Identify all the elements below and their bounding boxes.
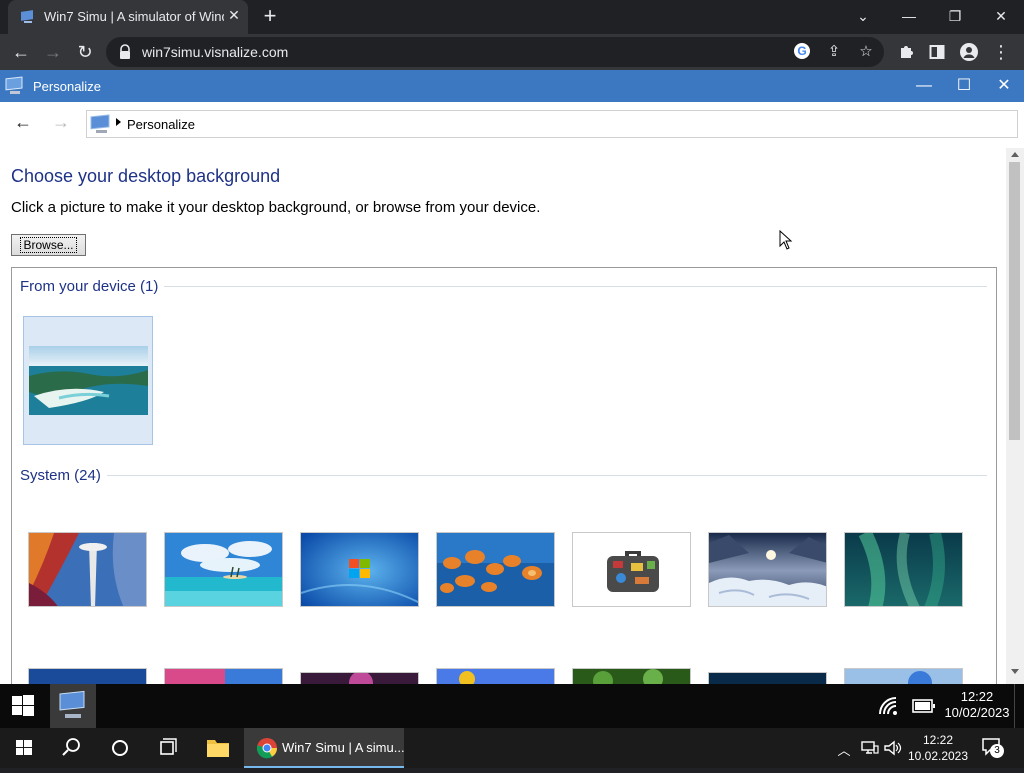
wallpaper-thumbnail[interactable] [708, 672, 827, 684]
wallpaper-thumbnail-aurora[interactable] [844, 532, 963, 607]
show-desktop-button[interactable] [1014, 684, 1024, 728]
breadcrumb-caret-icon[interactable] [116, 118, 121, 126]
scrollbar-thumb[interactable] [1009, 162, 1020, 440]
wallpaper-thumbnail-goldfish[interactable] [436, 532, 555, 607]
sim-start-button[interactable] [0, 684, 46, 728]
profile-avatar-icon[interactable] [956, 39, 982, 65]
task-view-icon[interactable] [144, 728, 192, 768]
window-maximize-button[interactable]: ☐ [948, 74, 980, 98]
personalize-content: Choose your desktop background Click a p… [0, 148, 1006, 684]
wifi-icon[interactable] [878, 696, 900, 716]
wallpaper-thumbnail[interactable] [28, 668, 147, 684]
browser-restore-button[interactable]: ❐ [942, 4, 968, 28]
wallpaper-thumbnail-suitcase[interactable] [572, 532, 691, 607]
browser-tab-strip: Win7 Simu | A simulator of Windows 7 ✕ +… [0, 0, 1024, 34]
explorer-navbar: ← → Personalize [0, 102, 1024, 142]
address-bar[interactable]: win7simu.visnalize.com G ⇪ ☆ [106, 37, 884, 67]
volume-icon[interactable] [883, 739, 903, 757]
side-panel-icon[interactable] [924, 39, 950, 65]
vertical-scrollbar[interactable] [1006, 148, 1024, 684]
host-clock-time: 12:22 [922, 733, 954, 747]
wallpaper-thumbnail-windows-7-logo[interactable] [300, 532, 419, 607]
tab-close-icon[interactable]: ✕ [226, 7, 242, 25]
tray-overflow-chevron-icon[interactable]: ︿ [836, 740, 852, 758]
page-title: Choose your desktop background [11, 166, 281, 186]
nav-back-arrow-icon[interactable]: ← [11, 112, 35, 132]
device-wallpaper-thumbnail [29, 346, 148, 415]
browser-toolbar: ← → ↻ win7simu.visnalize.com G ⇪ ☆ ⋮ [0, 34, 1024, 70]
personalize-taskbar-icon [59, 690, 85, 718]
reload-icon[interactable]: ↻ [72, 39, 98, 65]
browse-button[interactable]: Browse... [11, 234, 86, 256]
wallpaper-thumbnail-space-needle[interactable] [28, 532, 147, 607]
sim-clock-time: 12:22 [960, 689, 994, 704]
personalize-icon [5, 76, 23, 94]
notification-count-badge: 3 [990, 744, 1004, 758]
simulated-taskbar: 12:22 10/02/2023 [0, 684, 1024, 728]
scroll-up-arrow-icon[interactable] [1011, 152, 1019, 157]
sim-clock-date: 10/02/2023 [944, 705, 1010, 720]
notifications-button[interactable]: 3 [980, 736, 1008, 760]
window-title: Personalize [33, 79, 101, 94]
breadcrumb-bar[interactable]: Personalize [86, 110, 1018, 138]
wallpaper-thumbnail[interactable] [844, 668, 963, 684]
search-icon[interactable] [48, 728, 96, 768]
bookmark-star-icon[interactable]: ☆ [856, 42, 876, 62]
wallpaper-thumbnail[interactable] [300, 672, 419, 684]
group-divider [20, 475, 987, 476]
wallpaper-thumbnail[interactable] [164, 668, 283, 684]
wallpaper-thumbnail[interactable] [572, 668, 691, 684]
cortana-icon[interactable] [96, 728, 144, 768]
file-explorer-icon[interactable] [194, 728, 242, 768]
host-taskbar-chrome-button[interactable]: Win7 Simu | A simu... [244, 728, 405, 768]
chrome-icon [256, 738, 277, 759]
windows-logo-icon [12, 695, 34, 716]
share-icon[interactable]: ⇪ [824, 42, 844, 62]
host-clock[interactable]: 12:22 10.02.2023 [904, 732, 972, 764]
personalize-window: Personalize — ☐ ✕ ← → Personalize Choose… [0, 70, 1024, 684]
selected-wallpaper-tile[interactable] [23, 316, 153, 445]
new-tab-button[interactable]: + [258, 4, 282, 28]
browse-button-label: Browse... [20, 237, 77, 253]
window-titlebar[interactable]: Personalize — ☐ ✕ [0, 70, 1024, 102]
lock-icon [120, 44, 130, 59]
chrome-taskbar-label: Win7 Simu | A simu... [282, 740, 405, 755]
back-arrow-icon[interactable]: ← [8, 39, 34, 65]
google-icon[interactable]: G [792, 42, 812, 62]
sim-taskbar-personalize-button[interactable] [50, 684, 96, 728]
wallpaper-thumbnail-glacier[interactable] [708, 532, 827, 607]
group-header-system[interactable]: System (24) [20, 467, 107, 484]
forward-arrow-icon[interactable]: → [40, 39, 66, 65]
extensions-puzzle-icon[interactable] [893, 39, 919, 65]
window-minimize-button[interactable]: — [908, 74, 940, 98]
scroll-down-arrow-icon[interactable] [1011, 669, 1019, 674]
nav-forward-arrow-icon[interactable]: → [49, 112, 73, 132]
svg-text:G: G [797, 44, 806, 58]
window-close-button[interactable]: ✕ [988, 74, 1020, 98]
page-instructions: Click a picture to make it your desktop … [11, 199, 541, 216]
sim-clock[interactable]: 12:22 10/02/2023 [944, 689, 1010, 721]
browser-menu-icon[interactable]: ⋮ [988, 39, 1014, 65]
tab-title: Win7 Simu | A simulator of Windows 7 [44, 9, 224, 24]
browser-close-button[interactable]: ✕ [988, 4, 1014, 28]
breadcrumb-personalize[interactable]: Personalize [127, 117, 195, 132]
tab-search-chevron-icon[interactable]: ⌄ [850, 4, 876, 28]
personalize-breadcrumb-icon [90, 114, 110, 133]
group-header-device[interactable]: From your device (1) [20, 278, 165, 295]
host-clock-date: 10.02.2023 [907, 749, 969, 763]
url-text: win7simu.visnalize.com [142, 44, 289, 60]
network-icon[interactable] [860, 739, 880, 757]
wallpaper-gallery: From your device (1) System (24) [11, 267, 997, 684]
mouse-cursor-icon [779, 230, 793, 250]
browser-tab[interactable]: Win7 Simu | A simulator of Windows 7 ✕ [8, 0, 248, 34]
battery-icon[interactable] [912, 698, 936, 714]
wallpaper-thumbnail-tropical-island[interactable] [164, 532, 283, 607]
host-start-button[interactable] [0, 728, 48, 768]
wallpaper-thumbnail[interactable] [436, 668, 555, 684]
group-divider [20, 286, 987, 287]
win7simu-favicon-icon [21, 10, 33, 23]
host-taskbar: Win7 Simu | A simu... ︿ 12:22 10.02.2023… [0, 728, 1024, 768]
browser-minimize-button[interactable]: — [896, 4, 922, 28]
windows-10-logo-icon [16, 740, 32, 755]
